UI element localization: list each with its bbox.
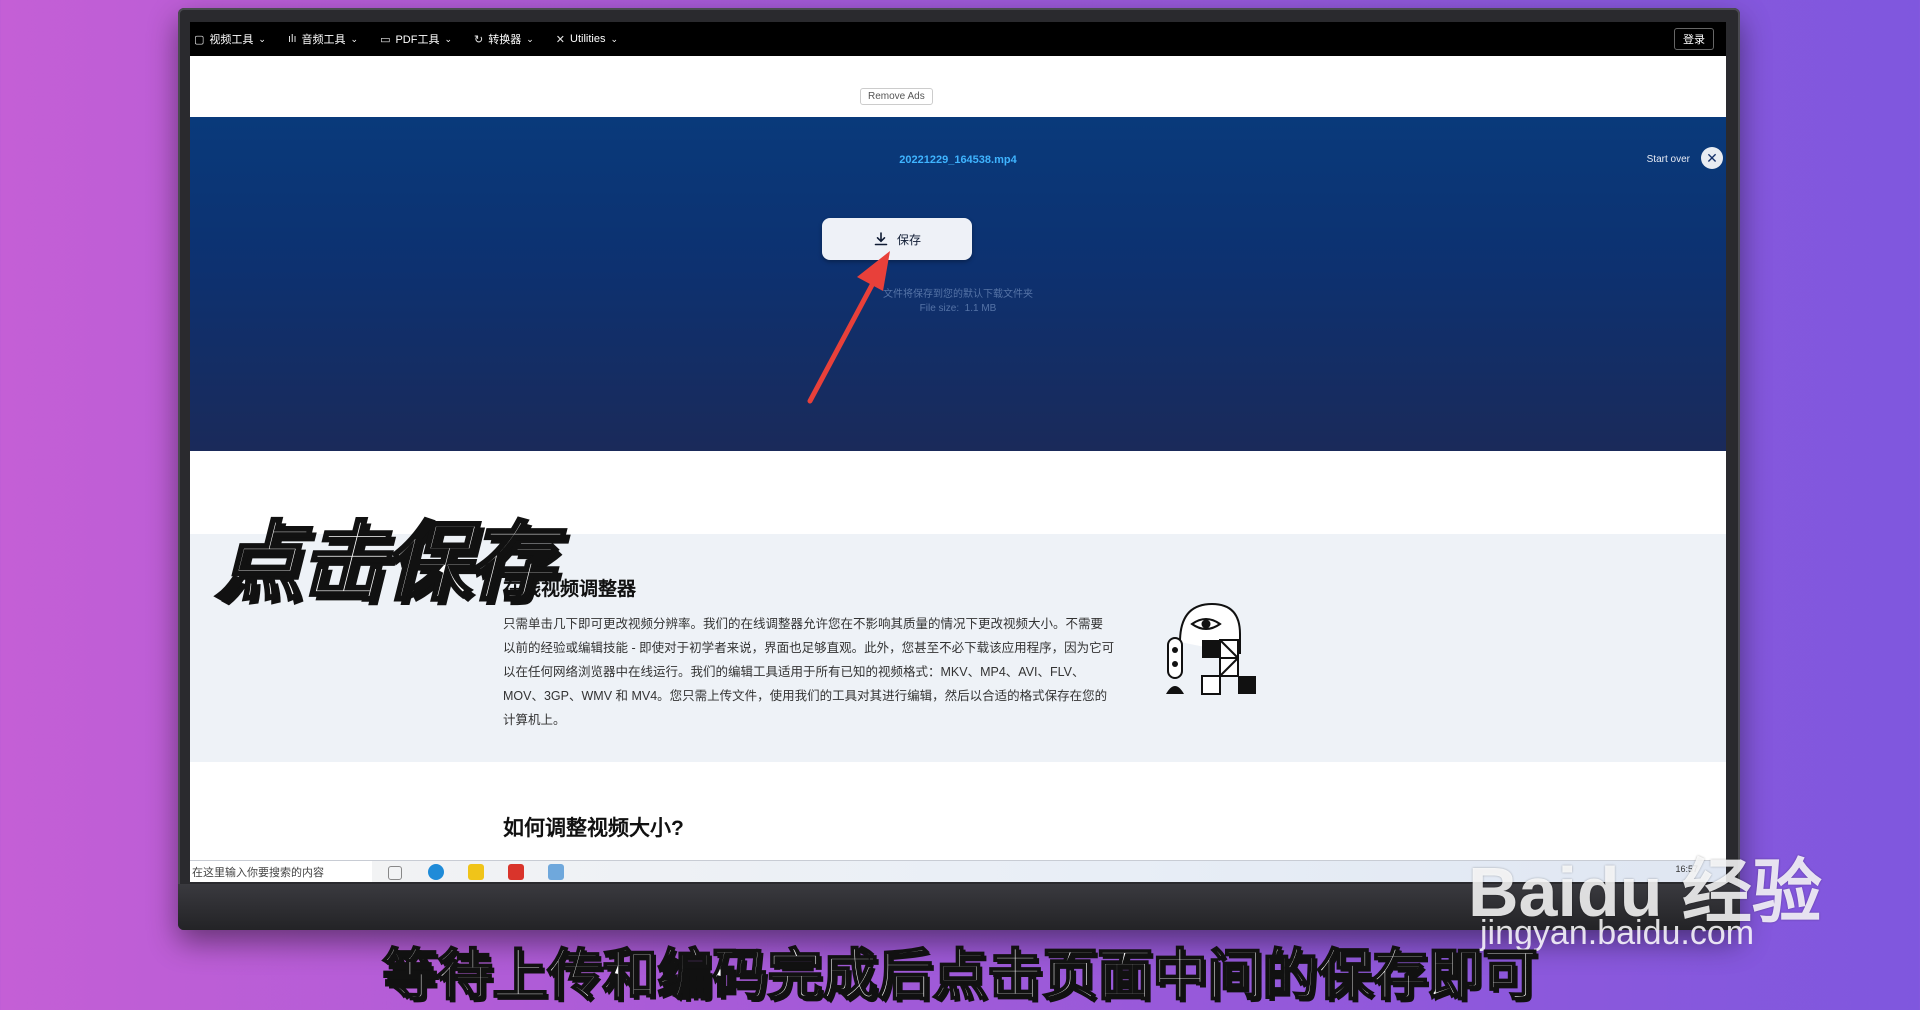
section-description: 只需单击几下即可更改视频分辨率。我们的在线调整器允许您在不影响其质量的情况下更改… — [503, 617, 1115, 727]
app-blue-icon[interactable] — [548, 864, 564, 880]
chevron-down-icon: ⌄ — [350, 33, 359, 44]
edge-browser-icon[interactable] — [428, 864, 444, 880]
nav-item-label: PDF工具 — [395, 34, 440, 46]
nav-item-utilities[interactable]: ✕ Utilities ⌄ — [556, 33, 618, 46]
remove-ads-button[interactable]: Remove Ads — [860, 88, 933, 105]
file-size-label: File size: — [919, 303, 960, 314]
chevron-down-icon: ⌄ — [444, 33, 453, 44]
nav-item-video-tools[interactable]: ▢ 视频工具 ⌄ — [194, 31, 266, 47]
ad-strip — [190, 56, 1726, 117]
app-red-icon[interactable] — [508, 864, 524, 880]
chevron-down-icon: ⌄ — [526, 33, 534, 44]
subtitle-caption: 等待上传和编码完成后点击页面中间的保存即可 — [381, 942, 1538, 1008]
task-view-icon[interactable] — [388, 866, 402, 880]
audio-tools-icon: ılı — [287, 33, 297, 45]
download-panel: 20221229_164538.mp4 Start over ✕ 保存 文件将保… — [190, 117, 1726, 451]
utilities-icon: ✕ — [555, 33, 565, 46]
save-location-hint: 文件将保存到您的默认下载文件夹 — [883, 289, 1033, 300]
file-explorer-icon[interactable] — [468, 864, 484, 880]
nav-item-label: Utilities — [570, 33, 606, 45]
pdf-tools-icon: ▭ — [380, 33, 391, 46]
converter-icon: ↻ — [474, 33, 484, 46]
red-arrow-annotation — [807, 251, 890, 404]
nav-item-label: 视频工具 — [209, 34, 254, 46]
nav-item-label: 转换器 — [488, 34, 522, 46]
nav-item-pdf-tools[interactable]: ▭ PDF工具 ⌄ — [380, 31, 452, 47]
chevron-down-icon: ⌄ — [610, 33, 618, 44]
taskbar-search-input[interactable]: 在这里输入你要搜索的内容 — [190, 861, 372, 882]
overlay-title: 点击保存 — [215, 512, 556, 615]
file-size-line: File size: 1.1 MB — [190, 303, 1726, 314]
video-tools-icon: ▢ — [194, 33, 205, 46]
close-icon[interactable]: ✕ — [1701, 147, 1723, 169]
download-icon — [874, 232, 888, 246]
nav-item-label: 音频工具 — [301, 34, 346, 46]
login-button[interactable]: 登录 — [1674, 28, 1714, 50]
browser-screen: ▢ 视频工具 ⌄ ılı 音频工具 ⌄ ▭ PDF工具 ⌄ ↻ 转换器 ⌄ ✕ … — [190, 22, 1726, 882]
save-button-label: 保存 — [896, 232, 921, 247]
file-size-value: 1.1 MB — [964, 303, 997, 314]
robot-illustration-icon — [1166, 602, 1256, 695]
chevron-down-icon: ⌄ — [258, 33, 266, 44]
file-name: 20221229_164538.mp4 — [899, 154, 1017, 166]
save-button[interactable]: 保存 — [822, 218, 972, 260]
nav-item-converter[interactable]: ↻ 转换器 ⌄ — [474, 31, 534, 47]
top-nav: ▢ 视频工具 ⌄ ılı 音频工具 ⌄ ▭ PDF工具 ⌄ ↻ 转换器 ⌄ ✕ … — [190, 22, 1726, 56]
section-title-how-to-resize: 如何调整视频大小? — [503, 817, 684, 840]
start-over-link[interactable]: Start over — [1647, 154, 1690, 165]
nav-item-audio-tools[interactable]: ılı 音频工具 ⌄ — [288, 31, 358, 47]
